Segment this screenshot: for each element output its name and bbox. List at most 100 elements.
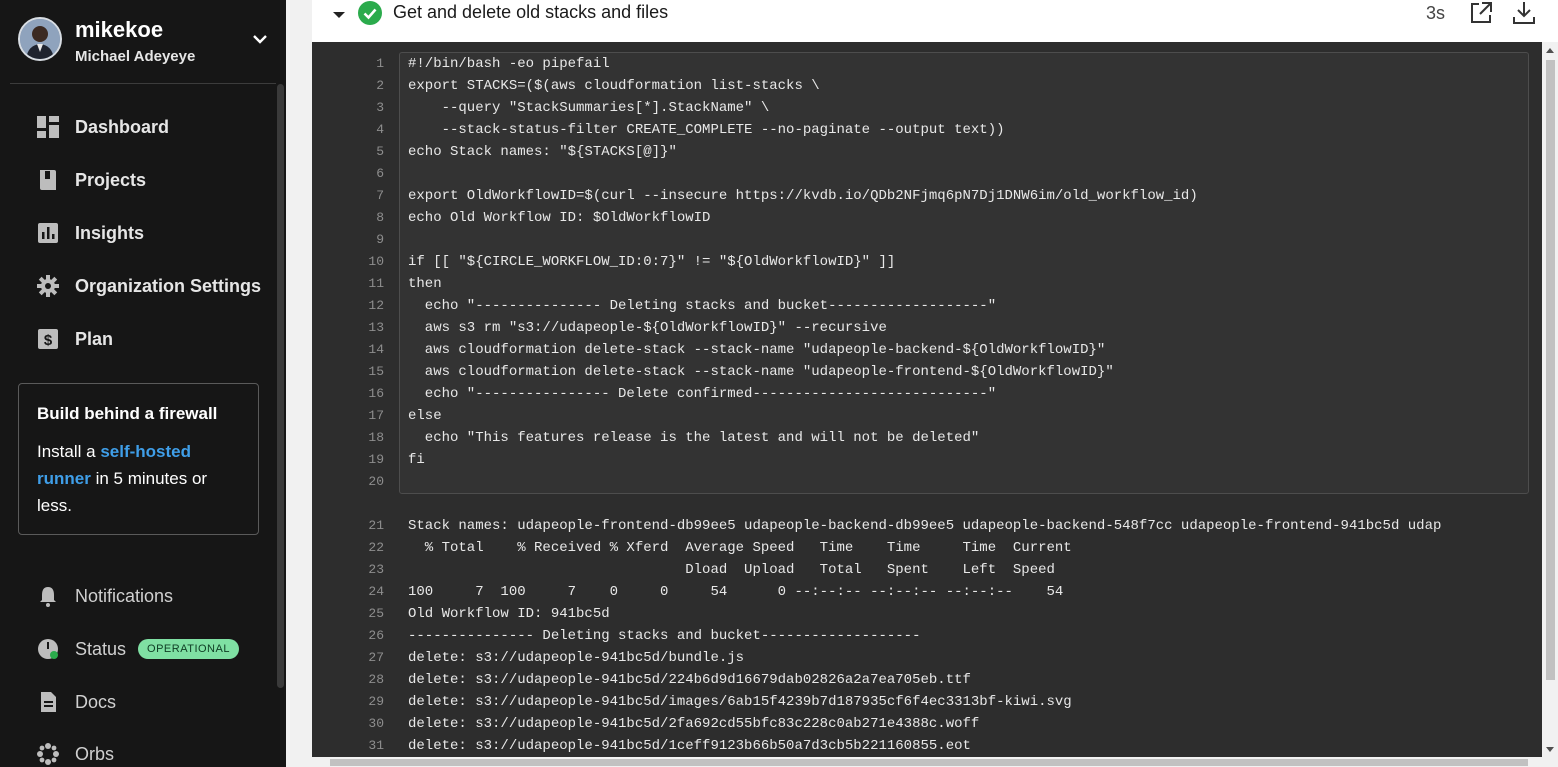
promo-text: Install a self-hosted runner in 5 minute… xyxy=(37,438,240,519)
line-number: 30 xyxy=(368,716,384,731)
line-number: 27 xyxy=(368,650,384,665)
sidebar-item-dashboard[interactable]: Dashboard xyxy=(36,112,272,142)
console-line: Stack names: udapeople-frontend-db99ee5 … xyxy=(408,518,1442,534)
download-icon[interactable] xyxy=(1511,0,1537,26)
collapse-caret-icon[interactable] xyxy=(330,6,348,24)
sidebar-item-label: Notifications xyxy=(75,585,174,606)
avatar xyxy=(18,17,62,61)
scroll-down-icon[interactable] xyxy=(1546,747,1554,752)
sidebar-item-insights[interactable]: Insights xyxy=(36,218,272,248)
console-line: echo "This features release is the lates… xyxy=(408,430,980,446)
scrollbar-thumb[interactable] xyxy=(330,759,1528,766)
status-badge: OPERATIONAL xyxy=(138,639,239,659)
console-line: aws cloudformation delete-stack --stack-… xyxy=(408,342,1106,358)
scroll-up-icon[interactable] xyxy=(1546,48,1554,53)
horizontal-scrollbar[interactable] xyxy=(312,757,1542,767)
line-number: 12 xyxy=(368,298,384,313)
line-number: 7 xyxy=(376,188,384,203)
sidebar-item-status[interactable]: Status OPERATIONAL xyxy=(36,634,272,664)
user-full-name: Michael Adeyeye xyxy=(75,48,196,65)
console-line: --------------- Deleting stacks and buck… xyxy=(408,628,921,644)
line-number: 17 xyxy=(368,408,384,423)
console-line: delete: s3://udapeople-941bc5d/images/6a… xyxy=(408,694,1072,710)
line-number: 3 xyxy=(376,100,384,115)
line-number: 11 xyxy=(368,276,384,291)
svg-text:$: $ xyxy=(44,332,53,349)
console-line: delete: s3://udapeople-941bc5d/2fa692cd5… xyxy=(408,716,980,732)
user-menu[interactable]: mikekoe Michael Adeyeye xyxy=(18,14,278,70)
console-line: aws cloudformation delete-stack --stack-… xyxy=(408,364,1114,380)
sidebar-scrollbar[interactable] xyxy=(277,84,284,688)
chevron-down-icon[interactable] xyxy=(250,32,270,48)
line-number: 29 xyxy=(368,694,384,709)
sidebar-item-organization-settings[interactable]: Organization Settings xyxy=(36,271,272,301)
line-number: 21 xyxy=(368,518,384,533)
insights-icon xyxy=(36,221,60,245)
sidebar-item-orbs[interactable]: Orbs xyxy=(36,739,272,767)
line-number: 16 xyxy=(368,386,384,401)
console-line: delete: s3://udapeople-941bc5d/224b6d9d1… xyxy=(408,672,971,688)
console-line: --stack-status-filter CREATE_COMPLETE --… xyxy=(408,122,1005,138)
sidebar-item-label: Projects xyxy=(75,169,147,190)
sidebar: mikekoe Michael Adeyeye Dashboard Projec… xyxy=(0,0,286,767)
step-header[interactable]: Get and delete old stacks and files 3s xyxy=(312,0,1558,42)
line-number: 25 xyxy=(368,606,384,621)
console-line: echo "--------------- Deleting stacks an… xyxy=(408,298,997,314)
sidebar-item-label: Dashboard xyxy=(75,116,170,137)
line-number: 4 xyxy=(376,122,384,137)
console-line: #!/bin/bash -eo pipefail xyxy=(408,56,610,72)
sidebar-item-label: Insights xyxy=(75,222,145,243)
projects-icon xyxy=(36,168,60,192)
promo-title: Build behind a firewall xyxy=(37,404,218,423)
vertical-scrollbar[interactable] xyxy=(1542,42,1558,767)
line-number: 2 xyxy=(376,78,384,93)
console-line: Old Workflow ID: 941bc5d xyxy=(408,606,610,622)
line-number: 19 xyxy=(368,452,384,467)
status-icon xyxy=(36,637,60,661)
console-line: delete: s3://udapeople-941bc5d/bundle.js xyxy=(408,650,745,666)
line-number: 28 xyxy=(368,672,384,687)
console-line: Dload Upload Total Spent Left Speed xyxy=(408,562,1055,578)
promo-text-before: Install a xyxy=(37,442,101,461)
plan-icon: $ xyxy=(36,327,60,351)
console-line: echo Old Workflow ID: $OldWorkflowID xyxy=(408,210,711,226)
sidebar-item-projects[interactable]: Projects xyxy=(36,165,272,195)
sidebar-item-label: Docs xyxy=(75,691,117,712)
external-link-icon[interactable] xyxy=(1468,0,1494,26)
docs-icon xyxy=(36,690,60,714)
scrollbar-thumb[interactable] xyxy=(1546,60,1555,680)
line-number: 5 xyxy=(376,144,384,159)
console-line: export STACKS=($(aws cloudformation list… xyxy=(408,78,820,94)
success-check-icon xyxy=(358,1,382,25)
sidebar-item-label: Orbs xyxy=(75,743,115,764)
build-output-console[interactable]: 1 #!/bin/bash -eo pipefail 2 export STACKS=… xyxy=(312,42,1554,767)
dashboard-icon xyxy=(36,115,60,139)
console-line: 100 7 100 7 0 0 54 0 --:--:-- --:--:-- -… xyxy=(408,584,1064,600)
step-card: Get and delete old stacks and files 3s 1… xyxy=(312,0,1558,767)
console-line: if [[ "${CIRCLE_WORKFLOW_ID:0:7}" != "${… xyxy=(408,254,896,270)
console-line: delete: s3://udapeople-941bc5d/1ceff9123… xyxy=(408,738,971,754)
console-line: echo "---------------- Delete confirmed-… xyxy=(408,386,997,402)
console-line: export OldWorkflowID=$(curl --insecure h… xyxy=(408,188,1198,204)
username: mikekoe xyxy=(75,17,164,42)
sidebar-divider xyxy=(10,83,276,84)
console-line: echo Stack names: "${STACKS[@]}" xyxy=(408,144,677,160)
console-line: --query "StackSummaries[*].StackName" \ xyxy=(408,100,770,116)
line-number: 26 xyxy=(368,628,384,643)
console-line: fi xyxy=(408,452,425,468)
gear-icon xyxy=(36,274,60,298)
step-duration: 3s xyxy=(1426,3,1446,23)
sidebar-item-label: Status xyxy=(75,638,127,659)
console-line: % Total % Received % Xferd Average Speed… xyxy=(408,540,1072,556)
line-number: 22 xyxy=(368,540,384,555)
line-number: 8 xyxy=(376,210,384,225)
bell-icon xyxy=(36,584,60,608)
line-number: 15 xyxy=(368,364,384,379)
sidebar-item-notifications[interactable]: Notifications xyxy=(36,581,272,611)
sidebar-item-plan[interactable]: $ Plan xyxy=(36,324,272,354)
main-content: Get and delete old stacks and files 3s 1… xyxy=(286,0,1558,767)
line-number: 13 xyxy=(368,320,384,335)
line-number: 24 xyxy=(368,584,384,599)
sidebar-item-docs[interactable]: Docs xyxy=(36,687,272,717)
console-line: else xyxy=(408,408,442,424)
